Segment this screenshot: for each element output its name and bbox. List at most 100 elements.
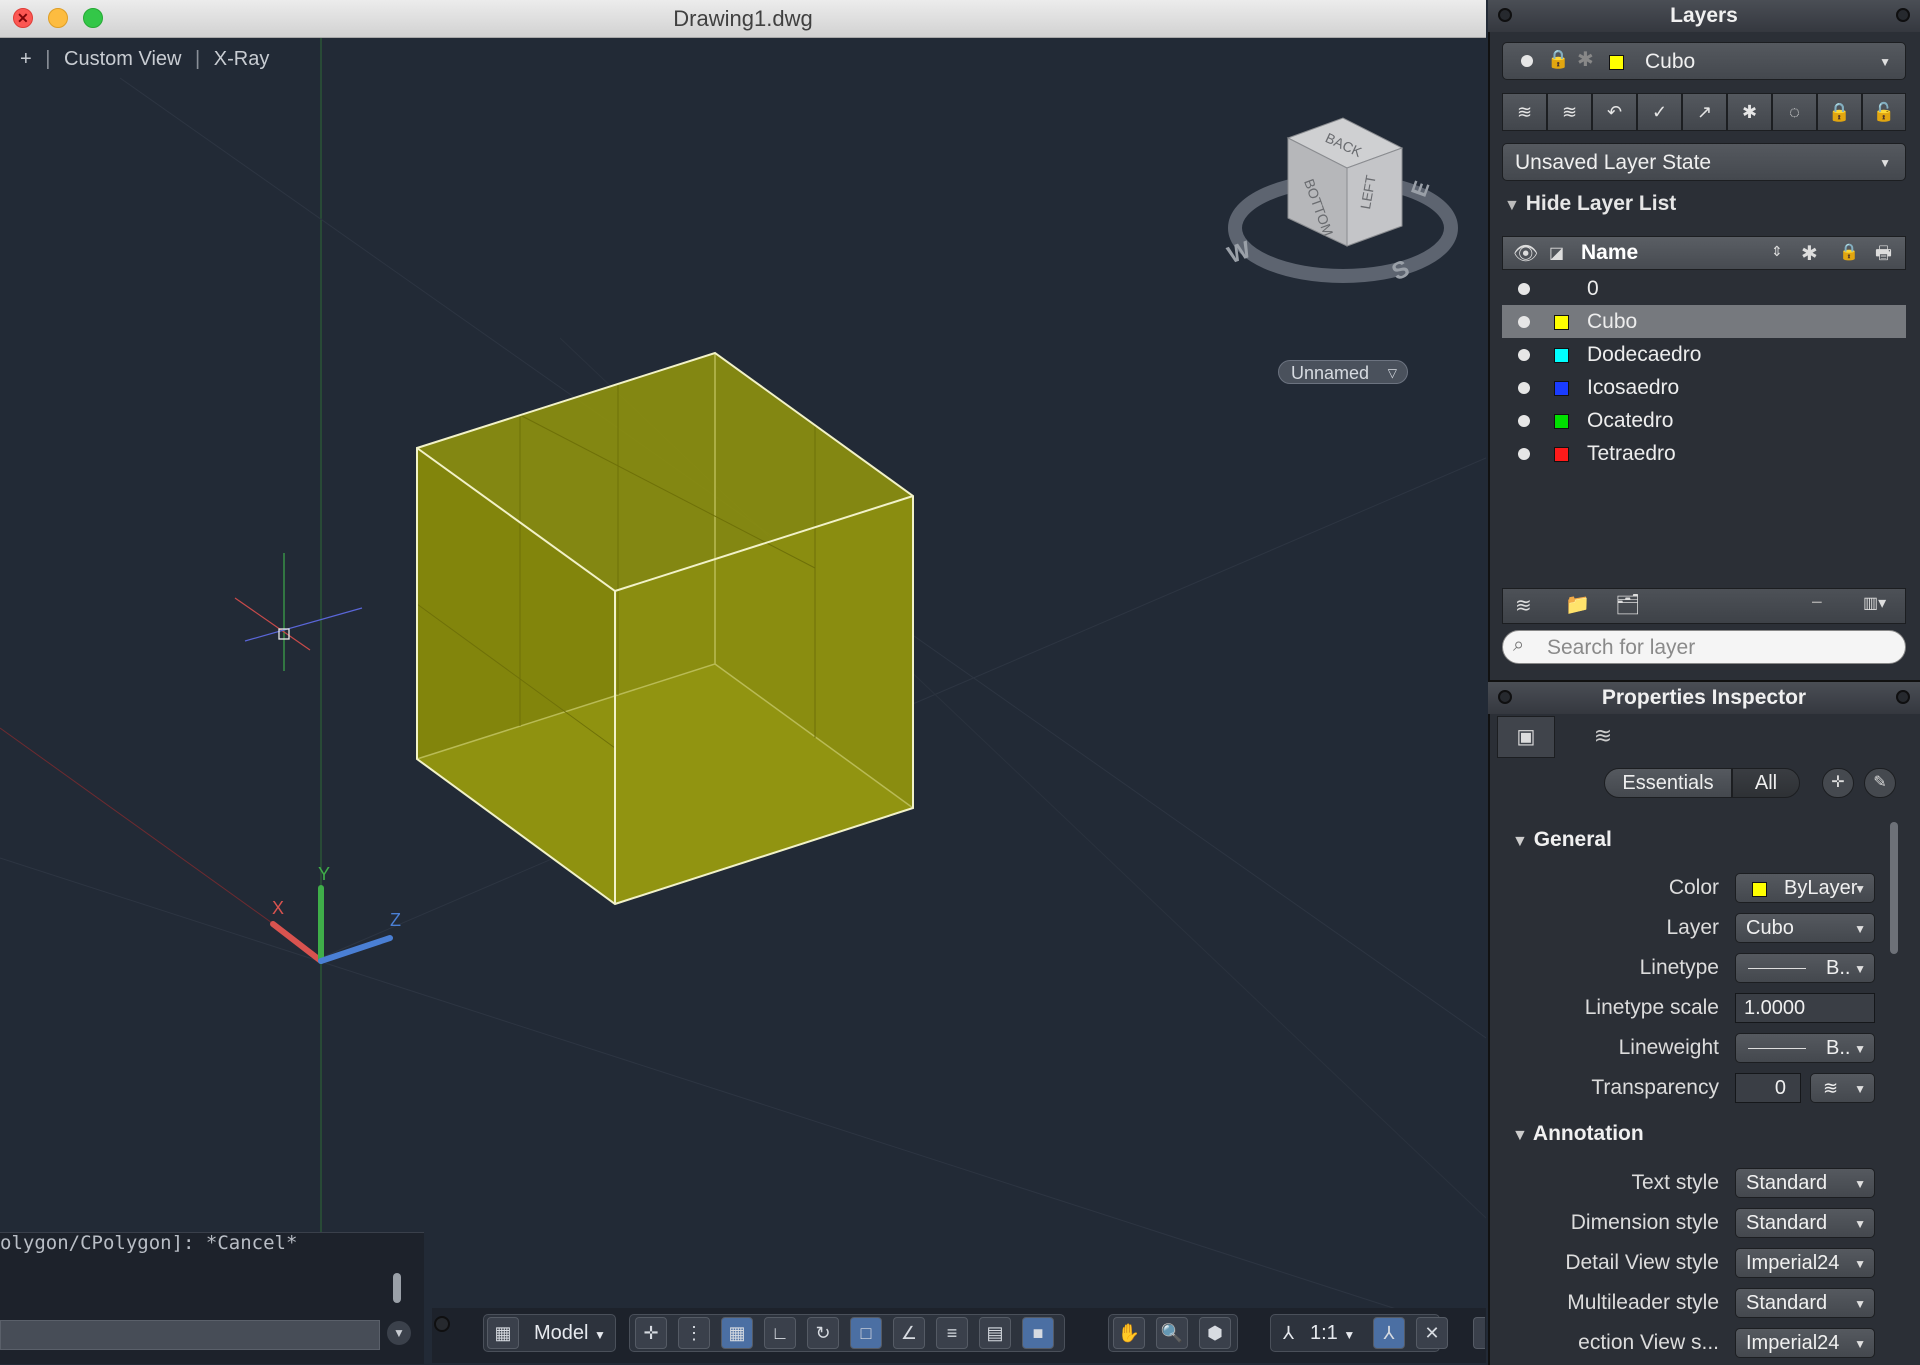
transparency-mode-dropdown[interactable]: ≋ ▼ — [1810, 1073, 1875, 1103]
fullscreen-icon[interactable] — [1473, 1317, 1485, 1349]
current-column-icon[interactable]: ◪ — [1549, 243, 1564, 263]
snap-icon[interactable]: ✛ — [635, 1317, 667, 1349]
compass-west[interactable]: W — [1224, 236, 1255, 269]
layer-color-swatch[interactable] — [1554, 315, 1569, 330]
properties-tab-icon[interactable]: ▣ — [1497, 716, 1555, 758]
yellow-cube[interactable] — [416, 351, 914, 906]
lineweight-dropdown[interactable]: B.. ▼ — [1735, 1033, 1875, 1063]
auto-scale-icon[interactable]: ✕ — [1416, 1317, 1448, 1349]
layer-row-tetraedro[interactable]: Tetraedro — [1502, 437, 1906, 470]
delete-layer-minus-icon[interactable]: − — [1811, 592, 1823, 615]
match-layer-icon[interactable]: ↗ — [1682, 93, 1727, 131]
minimize-window-button[interactable] — [48, 8, 68, 28]
general-section-toggle[interactable]: ▼ General — [1512, 828, 1612, 852]
transparency-field[interactable]: 0 — [1735, 1073, 1801, 1103]
lock-layer-icon[interactable]: 🔒 — [1817, 93, 1862, 131]
lock-column-icon[interactable]: 🔒 — [1839, 242, 1859, 262]
properties-scrollbar[interactable] — [1890, 822, 1898, 954]
polar-tracking-icon[interactable]: ↻ — [807, 1317, 839, 1349]
command-input[interactable] — [0, 1320, 380, 1350]
visual-style-button[interactable]: X-Ray — [214, 48, 270, 70]
palette-close-button[interactable] — [1498, 690, 1512, 704]
layer-row-0[interactable]: 0 — [1502, 272, 1906, 305]
delete-layer-icon[interactable]: ≋ — [1547, 93, 1592, 131]
visibility-dot-icon[interactable] — [1518, 382, 1530, 394]
view-menu-button[interactable]: Custom View — [64, 48, 181, 70]
sort-icon[interactable]: ⇕ — [1771, 243, 1783, 260]
layer-row-ocatedro[interactable]: Ocatedro — [1502, 404, 1906, 437]
layer-row-cubo[interactable]: Cubo — [1502, 305, 1906, 338]
essentials-mode-button[interactable]: Essentials — [1604, 768, 1732, 798]
unlock-layer-icon[interactable]: 🔓 — [1862, 93, 1906, 131]
new-layer-footer-icon[interactable]: ≋ — [1515, 593, 1532, 618]
layer-color-swatch[interactable] — [1554, 447, 1569, 462]
annotation-scale-dropdown[interactable]: 1:1 ▼ — [1310, 1317, 1360, 1349]
dimension-style-dropdown[interactable]: Standard ▼ — [1735, 1208, 1875, 1238]
zoom-window-button[interactable] — [83, 8, 103, 28]
linetype-dropdown[interactable]: B.. ▼ — [1735, 953, 1875, 983]
detail-view-style-dropdown[interactable]: Imperial24 ▼ — [1735, 1248, 1875, 1278]
section-view-style-dropdown[interactable]: Imperial24 ▼ — [1735, 1328, 1875, 1358]
annotation-visibility-icon[interactable]: ⅄ — [1373, 1317, 1405, 1349]
color-dropdown[interactable]: ByLayer ▼ — [1735, 873, 1875, 903]
annotation-section-toggle[interactable]: ▼ Annotation — [1512, 1122, 1644, 1146]
transparency-icon[interactable]: ▤ — [979, 1317, 1011, 1349]
drawing-viewport[interactable]: X Y Z BACK BOTTOM LEFT W S E + | Custom … — [0, 38, 1486, 1363]
columns-menu-icon[interactable]: ▥▾ — [1863, 593, 1886, 613]
palette-collapse-button[interactable] — [1896, 690, 1910, 704]
pan-hand-icon[interactable]: ✋ — [1113, 1317, 1145, 1349]
layer-search-field[interactable]: ⌕ Search for layer — [1502, 630, 1906, 664]
palette-collapse-button[interactable] — [1896, 8, 1910, 22]
named-view-dropdown[interactable]: Unnamed ▽ — [1278, 360, 1408, 384]
visibility-dot-icon[interactable] — [1518, 349, 1530, 361]
eye-icon[interactable]: 👁 — [1513, 241, 1538, 266]
model-space-button[interactable]: Model ▼ — [534, 1317, 624, 1349]
freeze-column-icon[interactable]: ✱ — [1801, 241, 1818, 266]
all-mode-button[interactable]: All — [1732, 768, 1800, 798]
close-window-button[interactable] — [13, 8, 33, 28]
previous-layer-icon[interactable]: ↶ — [1592, 93, 1637, 131]
viewcube[interactable]: BACK BOTTOM LEFT W S E — [1224, 117, 1458, 286]
current-layer-dropdown[interactable]: 🔒 ✱ Cubo ▼ — [1502, 42, 1906, 80]
visibility-dot-icon[interactable] — [1518, 316, 1530, 328]
annotation-scale-icon[interactable]: ⅄ — [1283, 1317, 1305, 1349]
visibility-dot-icon[interactable] — [1518, 415, 1530, 427]
freeze-layer-icon[interactable]: ✱ — [1727, 93, 1772, 131]
linetype-scale-field[interactable]: 1.0000 — [1735, 993, 1875, 1023]
new-group-folder-icon[interactable]: 📁 — [1565, 592, 1590, 617]
layer-color-swatch[interactable] — [1554, 414, 1569, 429]
set-current-layer-icon[interactable]: ✓ — [1637, 93, 1682, 131]
plot-column-icon[interactable]: 🖶 — [1875, 241, 1892, 271]
selection-cycling-icon[interactable]: ■ — [1022, 1317, 1054, 1349]
text-style-dropdown[interactable]: Standard ▼ — [1735, 1168, 1875, 1198]
layer-state-dropdown[interactable]: Unsaved Layer State ▼ — [1502, 143, 1906, 181]
dynamic-input-icon[interactable]: ⋮ — [678, 1317, 710, 1349]
layer-color-swatch[interactable] — [1554, 348, 1569, 363]
viewport-plus-button[interactable]: + — [20, 48, 32, 70]
layer-dropdown[interactable]: Cubo ▼ — [1735, 913, 1875, 943]
layout-grid-icon[interactable]: ▦ — [487, 1317, 519, 1349]
visibility-dot-icon[interactable] — [1518, 283, 1530, 295]
layer-row-dodecaedro[interactable]: Dodecaedro — [1502, 338, 1906, 371]
snap-tracking-icon[interactable]: ∠ — [893, 1317, 925, 1349]
layer-color-swatch[interactable] — [1554, 381, 1569, 396]
name-column-header[interactable]: Name — [1581, 241, 1638, 265]
layer-row-icosaedro[interactable]: Icosaedro — [1502, 371, 1906, 404]
ortho-icon[interactable]: ∟ — [764, 1317, 796, 1349]
orbit-cube-icon[interactable]: ⬢ — [1199, 1317, 1231, 1349]
multileader-style-dropdown[interactable]: Standard ▼ — [1735, 1288, 1875, 1318]
isolate-layer-icon[interactable]: ◌ — [1772, 93, 1817, 131]
new-filter-folder-icon[interactable]: 🗂 — [1615, 592, 1640, 617]
command-history-dropdown[interactable]: ▼ — [387, 1321, 411, 1345]
hide-layer-list-toggle[interactable]: ▼ Hide Layer List — [1504, 192, 1804, 222]
visibility-dot-icon[interactable] — [1518, 448, 1530, 460]
zoom-magnifier-icon[interactable]: 🔍 — [1156, 1317, 1188, 1349]
layers-tab-icon[interactable]: ≋ — [1578, 716, 1628, 758]
status-bar-grip[interactable] — [434, 1316, 450, 1332]
quick-select-icon[interactable]: ✛ — [1822, 768, 1854, 798]
palette-close-button[interactable] — [1498, 8, 1512, 22]
grid-icon[interactable]: ▦ — [721, 1317, 753, 1349]
command-history-scrollbar[interactable] — [393, 1273, 401, 1303]
pick-eyedropper-icon[interactable]: ✎ — [1864, 768, 1896, 798]
object-snap-icon[interactable]: □ — [850, 1317, 882, 1349]
